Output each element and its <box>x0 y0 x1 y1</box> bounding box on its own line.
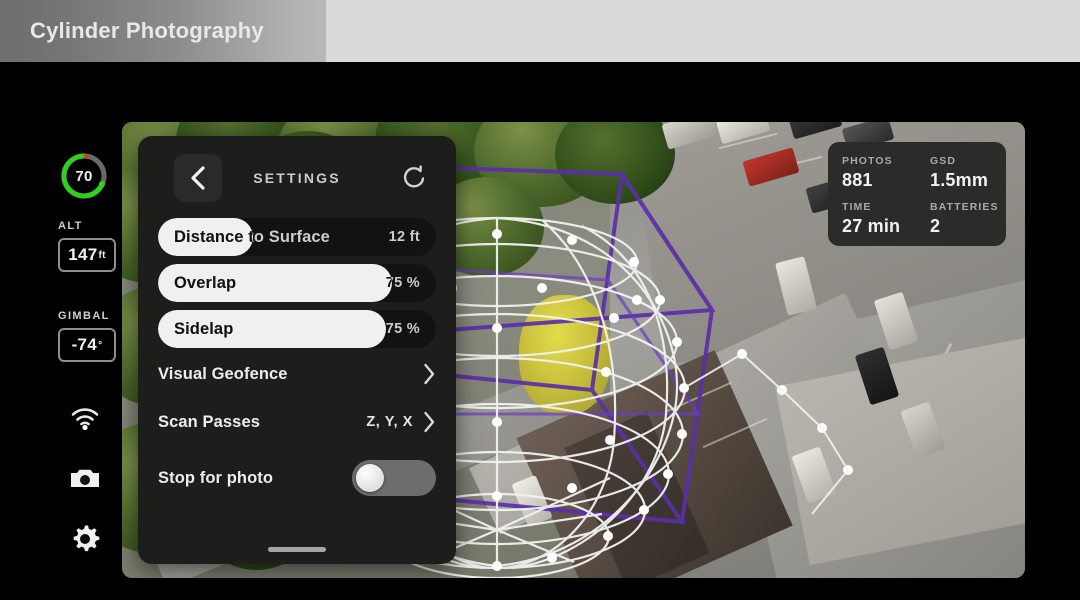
toggle-knob <box>356 464 384 492</box>
chevron-right-icon <box>424 411 435 433</box>
row-label: Scan Passes <box>158 412 261 431</box>
altitude-value: 147 <box>68 245 98 264</box>
gear-icon[interactable] <box>68 522 102 556</box>
title-bar: Cylinder Photography <box>0 0 1080 62</box>
gimbal-unit: ° <box>98 339 103 351</box>
row-stop-for-photo: Stop for photo <box>158 458 436 498</box>
row-value: Z, Y, X <box>366 414 413 430</box>
row-scan-passes[interactable]: Scan Passes Z, Y, X <box>158 402 436 442</box>
stat-label: PHOTOS <box>842 155 893 167</box>
toggle-label: Stop for photo <box>158 468 274 487</box>
stat-label: BATTERIES <box>930 201 999 213</box>
slider-label: Sidelap <box>174 319 234 338</box>
slider-label: Overlap <box>174 273 237 292</box>
settings-panel-header: SETTINGS <box>138 150 456 206</box>
mission-stats-card: PHOTOS 881 GSD 1.5mm TIME 27 min BATTERI… <box>828 142 1006 246</box>
stat-value: 27 min <box>842 216 901 236</box>
slider-value: 12 ft <box>388 229 420 245</box>
row-accessory: Z, Y, X <box>366 411 436 433</box>
stat-photos: PHOTOS 881 <box>842 154 930 200</box>
altitude-readout: ALT 147 ft <box>58 220 116 272</box>
stat-batteries: BATTERIES 2 <box>930 200 1020 246</box>
gimbal-value: -74 <box>71 335 98 354</box>
page-title: Cylinder Photography <box>30 18 264 43</box>
stat-value: 2 <box>930 216 941 236</box>
back-button[interactable] <box>174 154 222 202</box>
chevron-left-icon <box>191 166 205 190</box>
hud-rail: 70 ALT 147 ft GIMBAL -74 ° <box>48 140 128 570</box>
slider-sidelap[interactable]: Sidelap 75 % <box>158 310 436 348</box>
settings-panel: SETTINGS Distance to Surface 12 ft Overl… <box>138 136 456 564</box>
app-root: Cylinder Photography PHOTOS 881 GSD 1.5m… <box>0 0 1080 600</box>
row-label: Visual Geofence <box>158 364 288 383</box>
stat-time: TIME 27 min <box>842 200 930 246</box>
stat-label: GSD <box>930 155 957 167</box>
stat-label: TIME <box>842 201 872 213</box>
wifi-icon[interactable] <box>68 402 102 436</box>
altitude-box: 147 ft <box>58 238 116 272</box>
flight-path-return <box>683 352 850 515</box>
reset-circular-arrow-icon <box>403 165 425 188</box>
slider-label: Distance to Surface <box>174 227 330 246</box>
altitude-unit: ft <box>98 249 106 261</box>
slider-overlap[interactable]: Overlap 75 % <box>158 264 436 302</box>
gimbal-readout: GIMBAL -74 ° <box>58 310 116 362</box>
gimbal-box: -74 ° <box>58 328 116 362</box>
altitude-label: ALT <box>58 220 83 232</box>
chevron-right-icon <box>424 363 435 385</box>
row-visual-geofence[interactable]: Visual Geofence <box>158 354 436 394</box>
battery-indicator[interactable]: 70 <box>56 148 112 204</box>
row-accessory <box>423 363 436 385</box>
battery-percent: 70 <box>75 167 93 185</box>
stat-gsd: GSD 1.5mm <box>930 154 1020 200</box>
stop-for-photo-toggle[interactable] <box>352 460 436 496</box>
panel-drag-handle[interactable] <box>268 547 326 552</box>
stat-value: 1.5mm <box>930 170 989 190</box>
slider-value: 75 % <box>385 275 420 291</box>
slider-distance-to-surface[interactable]: Distance to Surface 12 ft <box>158 218 436 256</box>
stat-value: 881 <box>842 170 873 190</box>
slider-value: 75 % <box>385 321 420 337</box>
reset-button[interactable] <box>398 161 432 195</box>
camera-icon[interactable] <box>68 462 102 496</box>
gimbal-label: GIMBAL <box>58 310 110 322</box>
